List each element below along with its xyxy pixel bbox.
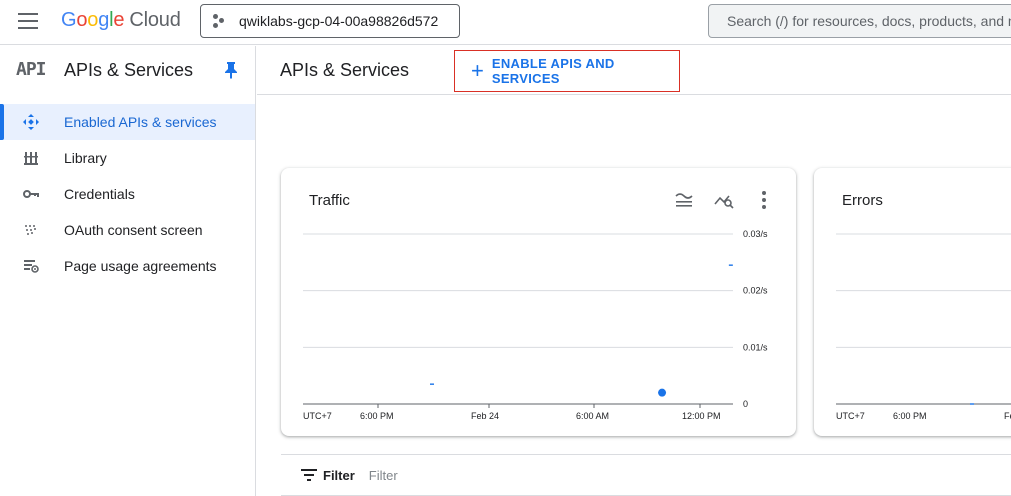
project-picker[interactable]: qwiklabs-gcp-04-00a98826d572 [200,4,460,38]
sidebar-item-label: Enabled APIs & services [64,114,217,130]
x-tick-label: UTC+7 [836,411,865,421]
key-icon [23,190,39,198]
top-bar: Google Cloud qwiklabs-gcp-04-00a98826d572 [0,0,1011,45]
pin-icon[interactable] [224,61,238,79]
explore-chart-icon[interactable] [712,188,736,212]
enable-apis-label: ENABLE APIS AND SERVICES [491,56,615,86]
x-tick-label: 6:00 PM [893,411,927,421]
y-tick-label: 0 [743,399,748,409]
plus-icon: + [471,58,484,83]
library-icon [24,152,38,165]
sidebar-item-label: Credentials [64,186,135,202]
x-tick-label: 12:00 PM [682,411,721,421]
settings-list-icon [24,260,39,273]
traffic-chart-card: 0.03/s 0.02/s 0.01/s 0 UTC+7 6:00 PM Feb 24 6:0… [281,168,796,436]
legend-toggle-icon[interactable] [672,188,696,212]
x-tick-label: Fe [1004,411,1011,421]
diamond-arrows-icon [23,114,39,130]
sidebar-item-credentials[interactable]: Credentials [0,176,255,212]
x-tick-label: Feb 24 [471,411,499,421]
filter-input[interactable] [368,467,669,483]
sidebar-item-label: Page usage agreements [64,258,217,274]
page-title: APIs & Services [280,60,410,80]
search-input[interactable] [727,13,1011,29]
project-name: qwiklabs-gcp-04-00a98826d572 [239,13,439,29]
filter-label: Filter [323,467,355,483]
enable-apis-button[interactable]: + ENABLE APIS AND SERVICES [454,50,680,92]
sidebar-header: API APIs & Services [0,46,255,94]
oauth-dots-icon [25,225,36,235]
api-logo: API [16,59,46,80]
filter-icon [301,469,317,481]
x-tick-label: 6:00 PM [360,411,394,421]
search-box[interactable] [708,4,1011,38]
traffic-chart-title: Traffic [309,192,350,209]
sidebar-item-page-usage[interactable]: Page usage agreements [0,248,255,284]
google-cloud-logo[interactable]: Google Cloud [61,9,181,32]
main-menu-icon[interactable] [18,13,38,29]
x-tick-label: 6:00 AM [576,411,609,421]
y-tick-label: 0.03/s [743,229,768,239]
sidebar-item-enabled-apis[interactable]: Enabled APIs & services [0,104,255,140]
filter-bar: Filter [281,454,1011,496]
data-point [658,388,667,397]
sidebar-nav: Enabled APIs & services Library Credenti… [0,104,255,284]
sidebar-item-label: OAuth consent screen [64,222,203,238]
errors-chart-card: UTC+7 6:00 PM Fe Errors [814,168,1011,436]
more-options-icon[interactable] [752,188,776,212]
sidebar-item-label: Library [64,150,107,166]
sidebar: API APIs & Services Enabled APIs & servi… [0,46,256,496]
x-tick-label: UTC+7 [303,411,332,421]
sidebar-item-oauth[interactable]: OAuth consent screen [0,212,255,248]
sidebar-item-library[interactable]: Library [0,140,255,176]
y-tick-label: 0.02/s [743,286,768,296]
errors-chart-title: Errors [842,192,883,209]
divider [257,94,1011,95]
sidebar-title: APIs & Services [64,60,194,80]
y-tick-label: 0.01/s [743,342,768,352]
project-dots-icon [213,13,229,29]
